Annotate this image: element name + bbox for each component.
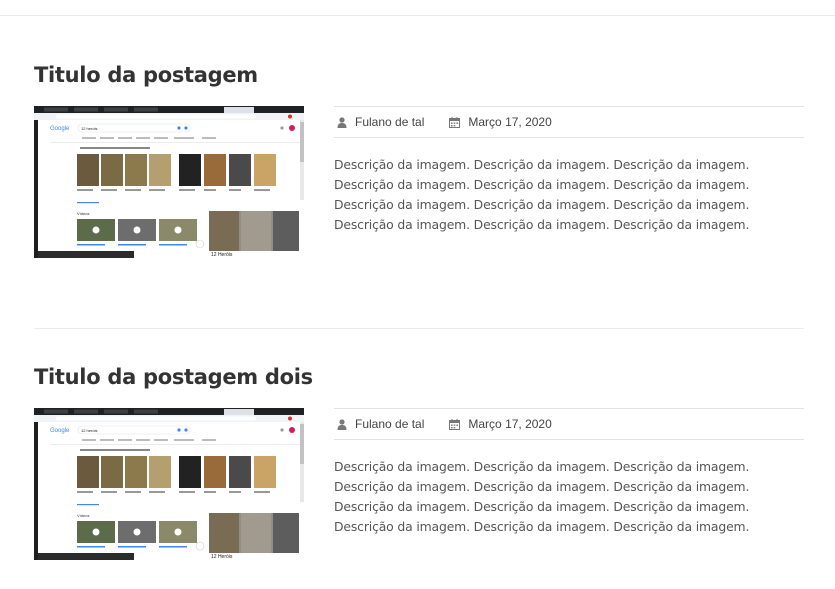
- browser-screenshot-image: Google 12 heróis Vídeos 12 Heróis: [34, 408, 304, 560]
- top-divider: [0, 15, 835, 16]
- post-details: Fulano de tal Março 17, 2020 Descrição d…: [334, 106, 804, 235]
- post-thumbnail[interactable]: Google 12 heróis Vídeos 12 Heróis: [34, 106, 304, 258]
- post-description: Descrição da imagem. Descrição da imagem…: [334, 157, 750, 232]
- post-thumbnail[interactable]: Google 12 heróis Vídeos 12 Heróis: [34, 408, 304, 560]
- post-card: Titulo da postagem dois Google 12 heróis: [34, 362, 804, 560]
- svg-text:12 Heróis: 12 Heróis: [211, 554, 233, 560]
- post-details: Fulano de tal Março 17, 2020 Descrição d…: [334, 408, 804, 537]
- google-logo: Google: [50, 428, 70, 434]
- svg-text:12 Heróis: 12 Heróis: [211, 252, 233, 258]
- post-card: Titulo da postagem Google 12 heróis Víde…: [34, 60, 804, 258]
- svg-text:Google: Google: [50, 428, 70, 434]
- post-date: Março 17, 2020: [468, 115, 552, 129]
- date-meta[interactable]: Março 17, 2020: [446, 417, 552, 431]
- post-body: Google 12 heróis Vídeos 12 Heróis Fulano…: [34, 408, 804, 560]
- post-title[interactable]: Titulo da postagem dois: [34, 362, 804, 392]
- author-meta[interactable]: Fulano de tal: [334, 115, 424, 129]
- user-icon: [337, 116, 347, 128]
- google-logo: Google: [50, 126, 70, 132]
- post-divider: [34, 328, 804, 329]
- post-date: Março 17, 2020: [468, 417, 552, 431]
- user-icon: [337, 418, 347, 430]
- post-title[interactable]: Titulo da postagem: [34, 60, 804, 90]
- post-body: Google 12 heróis Vídeos 12 Heróis Fulano…: [34, 106, 804, 258]
- svg-text:12 heróis: 12 heróis: [81, 126, 97, 131]
- svg-text:Vídeos: Vídeos: [77, 211, 89, 216]
- post-meta: Fulano de tal Março 17, 2020: [334, 408, 804, 440]
- svg-text:Vídeos: Vídeos: [77, 513, 89, 518]
- svg-text:12 heróis: 12 heróis: [81, 428, 97, 433]
- post-meta: Fulano de tal Março 17, 2020: [334, 106, 804, 138]
- post-description: Descrição da imagem. Descrição da imagem…: [334, 459, 750, 534]
- author-name: Fulano de tal: [355, 115, 425, 129]
- calendar-icon: [449, 418, 461, 430]
- date-meta[interactable]: Março 17, 2020: [446, 115, 552, 129]
- author-name: Fulano de tal: [355, 417, 425, 431]
- calendar-icon: [449, 116, 461, 128]
- browser-screenshot-image: Google 12 heróis Vídeos 12 Heróis: [34, 106, 304, 258]
- author-meta[interactable]: Fulano de tal: [334, 417, 424, 431]
- svg-text:Google: Google: [50, 126, 70, 132]
